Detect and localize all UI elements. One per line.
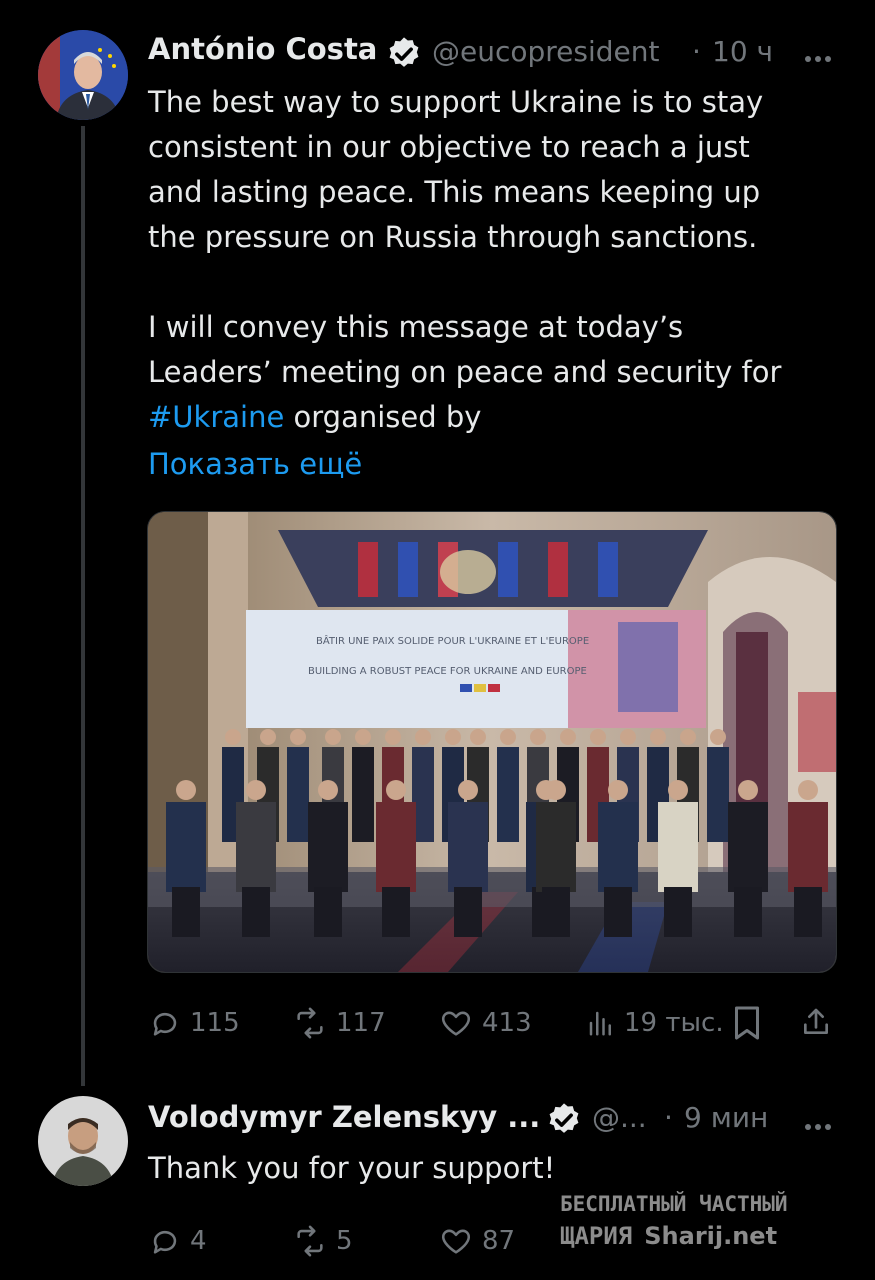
tweet-time[interactable]: 9 мин — [684, 1101, 768, 1134]
verified-badge-icon — [385, 35, 423, 77]
reply-button[interactable]: 115 — [148, 1006, 240, 1040]
avatar-zelenskyy[interactable] — [38, 1096, 128, 1186]
share-icon[interactable] — [800, 1005, 832, 1043]
author-handle[interactable]: @... — [592, 1101, 647, 1134]
ellipsis-icon[interactable] — [804, 1116, 832, 1135]
repost-count: 5 — [336, 1226, 353, 1256]
hashtag-link[interactable]: #Ukraine — [148, 400, 284, 434]
tweet-line: the pressure on Russia through sanctions… — [148, 220, 758, 254]
show-more-link[interactable]: Показать ещё — [148, 442, 848, 487]
views-count: 19 тыс. — [624, 1008, 724, 1038]
thread-line — [81, 126, 85, 1086]
like-count: 87 — [482, 1226, 516, 1256]
avatar-antonio-costa[interactable] — [38, 30, 128, 120]
watermark-line: ЩАРИЯ — [560, 1222, 633, 1250]
tweet-line: The best way to support Ukraine is to st… — [148, 85, 764, 119]
like-button[interactable]: 87 — [438, 1224, 515, 1258]
repost-button[interactable]: 5 — [292, 1224, 353, 1258]
time-separator: · — [664, 1101, 673, 1134]
reply-text: Thank you for your support! — [148, 1151, 556, 1185]
tweet-line: I will convey this message at today’s — [148, 310, 684, 344]
tweet-line: and lasting peace. This means keeping up — [148, 175, 761, 209]
reply-button[interactable]: 4 — [148, 1224, 207, 1258]
like-count: 413 — [482, 1008, 532, 1038]
views-chart-icon — [589, 1011, 611, 1036]
banner-text-en: BUILDING A ROBUST PEACE FOR UKRAINE AND … — [308, 666, 587, 677]
avatar-photo-icon — [38, 30, 128, 120]
watermark: БЕСПЛАТНЫЙ ЧАСТНЫЙ — [560, 1192, 788, 1216]
repost-icon — [297, 1007, 323, 1039]
group-photo-image: BÂTIR UNE PAIX SOLIDE POUR L'UKRAINE ET … — [148, 512, 836, 972]
tweet-line: #Ukraine organised by — [148, 395, 848, 440]
bookmark-icon[interactable] — [732, 1005, 762, 1045]
watermark-site: Sharij.net — [644, 1222, 778, 1250]
reply-icon — [153, 1230, 177, 1254]
views-button[interactable]: 19 тыс. — [586, 1006, 724, 1040]
repost-count: 117 — [336, 1008, 386, 1038]
tweet-line-rest: organised by — [284, 400, 482, 434]
reply-icon — [153, 1012, 177, 1036]
time-separator: · — [692, 35, 701, 68]
tweet-body: The best way to support Ukraine is to st… — [148, 80, 848, 487]
watermark-line: БЕСПЛАТНЫЙ ЧАСТНЫЙ — [560, 1192, 788, 1216]
tweet-time[interactable]: 10 ч — [712, 35, 773, 68]
watermark-logo: ЩАРИЯ Sharij.net — [560, 1222, 777, 1250]
tweet-line: Leaders’ meeting on peace and security f… — [148, 355, 782, 389]
author-handle[interactable]: @eucopresident — [432, 35, 660, 68]
heart-icon — [441, 1229, 471, 1254]
heart-icon — [441, 1011, 471, 1036]
author-name[interactable]: António Costa — [148, 32, 377, 66]
tweet-line: consistent in our objective to reach a j… — [148, 130, 750, 164]
avatar-photo-icon — [38, 1096, 128, 1186]
reply-count: 115 — [190, 1008, 240, 1038]
reply-count: 4 — [190, 1226, 207, 1256]
repost-button[interactable]: 117 — [292, 1006, 386, 1040]
like-button[interactable]: 413 — [438, 1006, 532, 1040]
author-name[interactable]: Volodymyr Zelenskyy ... — [148, 1100, 540, 1134]
verified-badge-icon — [545, 1101, 583, 1143]
repost-icon — [297, 1225, 323, 1257]
ellipsis-icon[interactable] — [804, 48, 832, 67]
banner-text-fr: BÂTIR UNE PAIX SOLIDE POUR L'UKRAINE ET … — [316, 634, 589, 647]
tweet-photo[interactable]: BÂTIR UNE PAIX SOLIDE POUR L'UKRAINE ET … — [147, 511, 837, 973]
